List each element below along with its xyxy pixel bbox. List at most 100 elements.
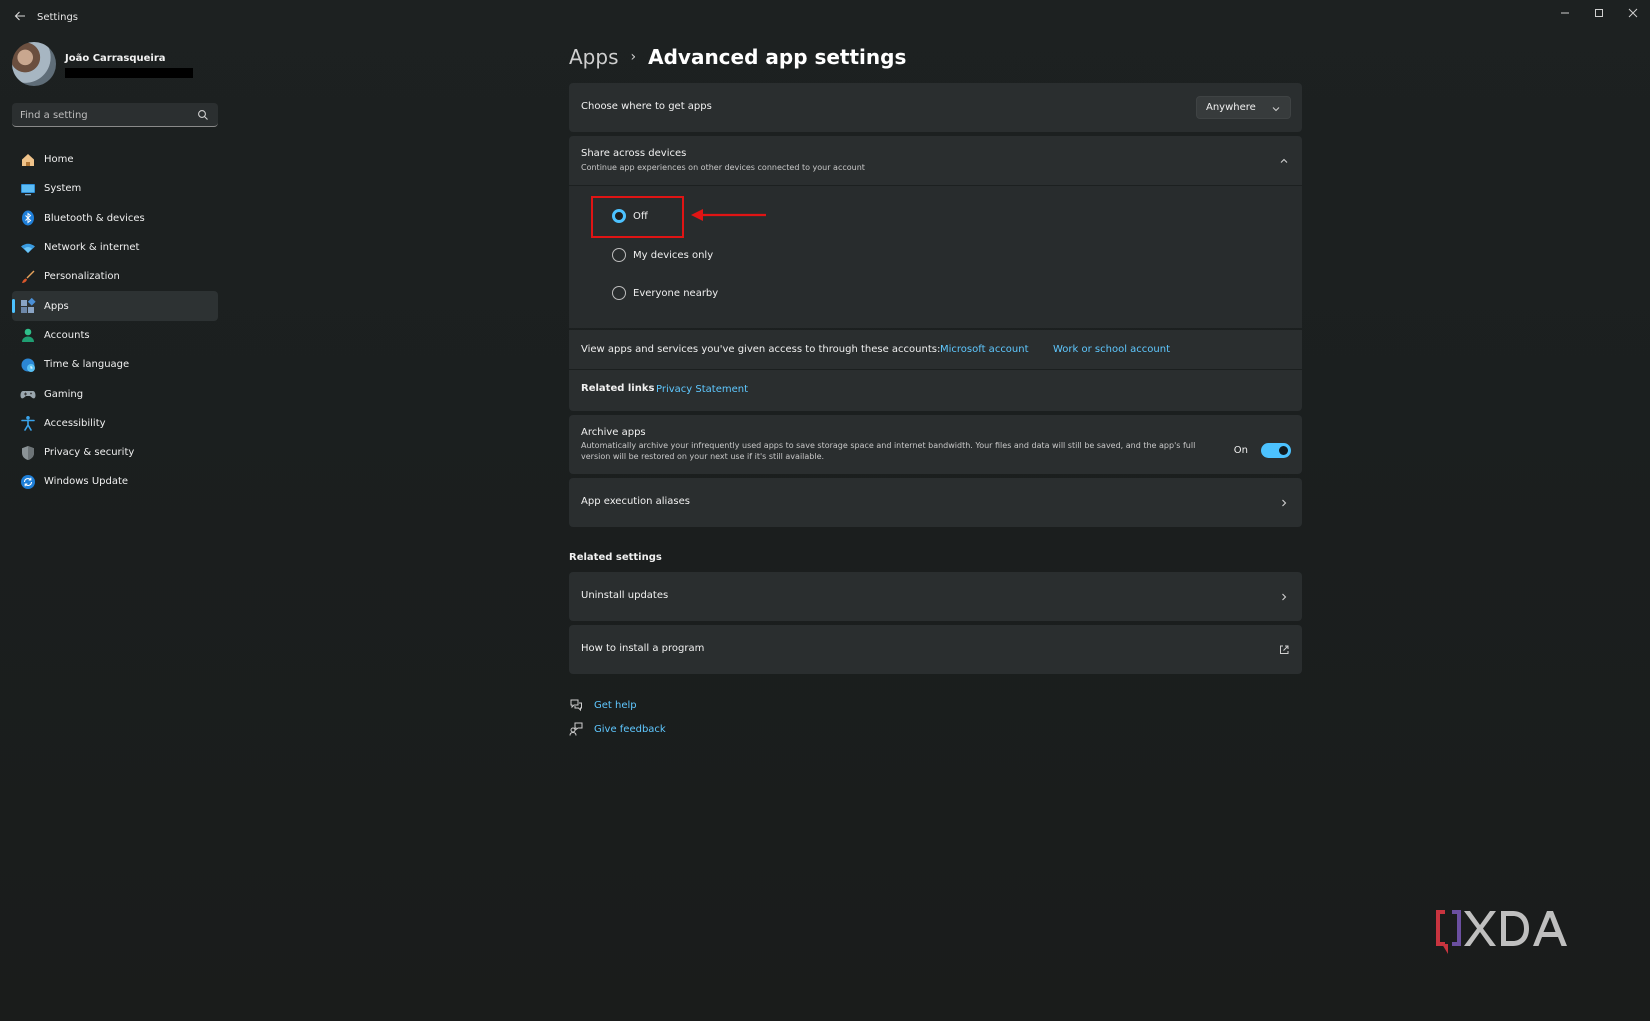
share-option-my-devices[interactable]: My devices only: [612, 246, 713, 264]
redacted-email: [65, 68, 193, 78]
aliases-label: App execution aliases: [581, 496, 691, 507]
give-feedback-row[interactable]: Give feedback: [569, 721, 666, 737]
work-school-account-link[interactable]: Work or school account: [1053, 344, 1170, 355]
sidebar-nav: Home System Bluetooth & devices Network …: [12, 145, 218, 497]
how-to-install-card[interactable]: How to install a program: [569, 625, 1302, 674]
sidebar-item-label: Windows Update: [44, 476, 129, 488]
radio-label: Everyone nearby: [633, 287, 719, 299]
sidebar-item-time-language[interactable]: Time & language: [12, 350, 218, 379]
dropdown-value: Anywhere: [1206, 102, 1256, 113]
sidebar-item-label: Bluetooth & devices: [44, 212, 145, 224]
microsoft-account-link[interactable]: Microsoft account: [940, 344, 1029, 355]
minimize-button[interactable]: [1548, 4, 1582, 24]
avatar: [12, 42, 56, 86]
back-button[interactable]: [12, 10, 28, 26]
archive-apps-toggle[interactable]: [1261, 443, 1291, 458]
radio-label: My devices only: [633, 249, 714, 261]
maximize-icon: [1595, 9, 1603, 17]
accessibility-icon: [20, 415, 36, 432]
get-help-row[interactable]: Get help: [569, 697, 637, 713]
share-across-devices-header[interactable]: Share across devices Continue app experi…: [569, 136, 1302, 185]
share-description: Continue app experiences on other device…: [581, 163, 865, 172]
person-icon: [20, 327, 36, 343]
globe-clock-icon: [20, 357, 36, 373]
breadcrumb-separator: ›: [630, 49, 637, 65]
help-chat-icon: [570, 699, 582, 712]
uninstall-updates-label: Uninstall updates: [581, 590, 669, 601]
title-bar: Settings: [0, 0, 1650, 36]
sidebar-item-personalization[interactable]: Personalization: [12, 262, 218, 291]
gamepad-icon: [20, 386, 36, 402]
monitor-icon: [20, 181, 36, 197]
minimize-icon: [1561, 12, 1569, 14]
get-apps-dropdown[interactable]: Anywhere: [1196, 96, 1291, 119]
sidebar-item-label: Network & internet: [44, 242, 140, 254]
chevron-up-icon[interactable]: [1278, 155, 1290, 167]
chevron-down-icon: [1272, 107, 1280, 112]
accounts-text: View apps and services you've given acce…: [581, 344, 941, 355]
sidebar-item-label: Privacy & security: [44, 447, 135, 459]
search-input[interactable]: [20, 107, 190, 123]
maximize-button[interactable]: [1582, 4, 1616, 24]
radio-button[interactable]: [612, 248, 626, 262]
how-to-install-label: How to install a program: [581, 643, 705, 654]
bluetooth-icon: [20, 210, 36, 226]
arrow-left-icon: [14, 11, 25, 21]
annotation-highlight-box: [591, 196, 684, 238]
external-link-icon: [1280, 645, 1289, 654]
sidebar-item-label: Home: [44, 154, 74, 166]
sidebar-item-privacy[interactable]: Privacy & security: [12, 438, 218, 467]
sidebar-item-label: Time & language: [44, 359, 130, 371]
sidebar-item-label: Accessibility: [44, 417, 106, 429]
get-help-link[interactable]: Get help: [594, 700, 637, 711]
app-execution-aliases-card[interactable]: App execution aliases: [569, 478, 1302, 527]
sidebar-item-label: System: [44, 183, 82, 195]
archive-description: Automatically archive your infrequently …: [581, 441, 1196, 461]
sidebar-item-accessibility[interactable]: Accessibility: [12, 409, 218, 438]
brush-icon: [20, 269, 36, 285]
sidebar-item-network[interactable]: Network & internet: [12, 233, 218, 262]
sidebar-item-home[interactable]: Home: [12, 145, 218, 174]
accounts-access-row: View apps and services you've given acce…: [569, 330, 1302, 369]
sidebar-item-bluetooth[interactable]: Bluetooth & devices: [12, 204, 218, 233]
related-links-label: Related links: [581, 383, 655, 394]
sidebar-item-label: Gaming: [44, 388, 84, 400]
breadcrumb: Apps › Advanced app settings: [569, 42, 906, 72]
window-title: Settings: [37, 12, 79, 23]
search-icon[interactable]: [197, 109, 209, 121]
user-profile[interactable]: João Carrasqueira: [12, 42, 222, 88]
xda-logo-watermark: [1436, 910, 1567, 954]
home-icon: [20, 152, 36, 168]
chevron-right-icon: [1282, 499, 1287, 507]
search-box[interactable]: [12, 103, 218, 127]
update-icon: [20, 474, 36, 490]
sidebar-item-system[interactable]: System: [12, 174, 218, 203]
sidebar-item-gaming[interactable]: Gaming: [12, 379, 218, 408]
shield-icon: [20, 445, 36, 461]
archive-apps-card: Archive apps Automatically archive your …: [569, 415, 1302, 474]
radio-button[interactable]: [612, 286, 626, 300]
uninstall-updates-card[interactable]: Uninstall updates: [569, 572, 1302, 621]
share-option-everyone-nearby[interactable]: Everyone nearby: [612, 284, 718, 302]
sidebar-item-apps[interactable]: Apps: [12, 291, 218, 321]
toggle-knob: [1279, 446, 1288, 455]
give-feedback-link[interactable]: Give feedback: [594, 724, 666, 735]
sidebar-item-label: Accounts: [44, 329, 90, 341]
get-apps-label: Choose where to get apps: [581, 101, 712, 112]
archive-title: Archive apps: [581, 427, 646, 438]
sidebar-item-accounts[interactable]: Accounts: [12, 321, 218, 350]
share-title: Share across devices: [581, 148, 687, 159]
annotation-arrow-icon: [691, 209, 766, 221]
get-apps-card: Choose where to get apps Anywhere: [569, 83, 1302, 132]
apps-icon: [20, 298, 36, 314]
breadcrumb-parent[interactable]: Apps: [569, 45, 619, 69]
user-name: João Carrasqueira: [65, 53, 166, 64]
close-button[interactable]: [1616, 4, 1650, 24]
sidebar-item-windows-update[interactable]: Windows Update: [12, 467, 218, 496]
feedback-icon: [569, 722, 583, 736]
chevron-right-icon: [1282, 593, 1287, 601]
close-icon: [1628, 8, 1638, 18]
privacy-statement-link[interactable]: Privacy Statement: [656, 384, 748, 395]
wifi-icon: [20, 240, 36, 256]
archive-toggle-state: On: [1233, 445, 1248, 456]
